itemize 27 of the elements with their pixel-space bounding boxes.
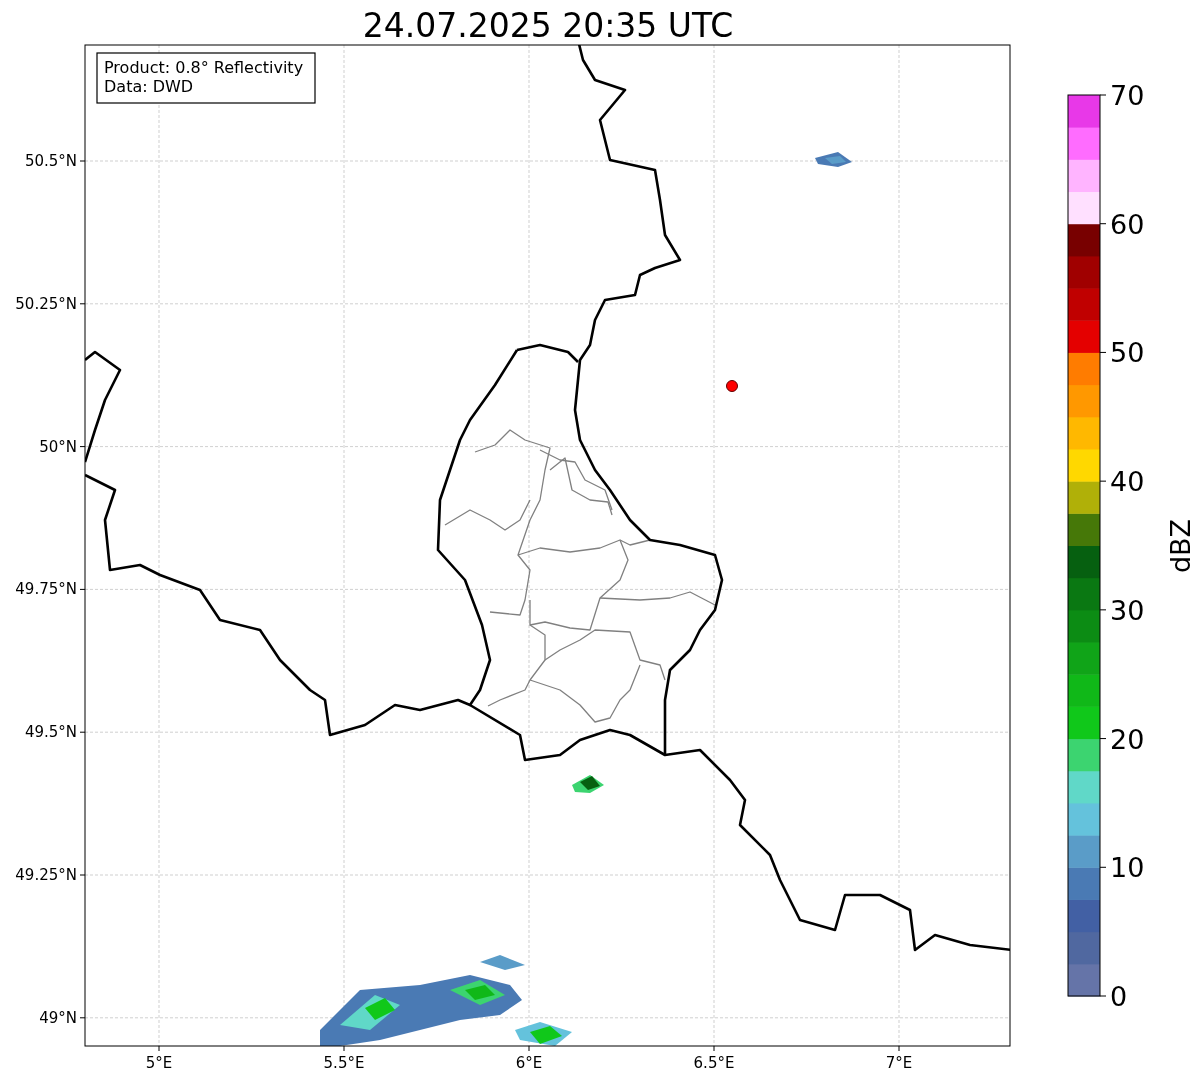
info-text: Product: 0.8° Reflectivity <box>104 58 304 77</box>
radar-site-marker <box>726 380 738 392</box>
longitude-label: 6.5°E <box>693 1054 735 1072</box>
longitude-label: 5.5°E <box>323 1054 365 1072</box>
longitude-label: 5°E <box>145 1054 173 1072</box>
colorbar-tick-label: 0 <box>1110 981 1128 1012</box>
latitude-label: 50°N <box>39 437 77 456</box>
latitude-label: 49.75°N <box>15 580 77 599</box>
colorbar-tick-label: 20 <box>1110 723 1145 755</box>
info-text: Data: DWD <box>104 77 194 96</box>
latitude-label: 50.25°N <box>15 294 77 313</box>
colorbar-tick-label: 40 <box>1110 466 1145 498</box>
longitude-label: 6°E <box>515 1054 543 1072</box>
colorbar-tick-label: 50 <box>1110 337 1145 369</box>
latitude-label: 49°N <box>39 1008 77 1027</box>
colorbar-tick-label: 30 <box>1110 594 1145 626</box>
figure-title: 24.07.2025 20:35 UTC <box>362 6 734 45</box>
radar-echo <box>815 152 852 167</box>
colorbar-tick-label: 10 <box>1110 852 1145 884</box>
latitude-label: 50.5°N <box>24 152 77 170</box>
colorbar-tick-label: 60 <box>1110 208 1145 240</box>
latitude-label: 49.5°N <box>24 723 77 742</box>
colorbar-tick-label: 70 <box>1110 80 1145 111</box>
longitude-label: 7°E <box>885 1054 913 1072</box>
radar-echo <box>572 775 604 793</box>
colorbar-label: dBZ <box>1165 518 1196 574</box>
latitude-label: 49.25°N <box>15 866 77 884</box>
